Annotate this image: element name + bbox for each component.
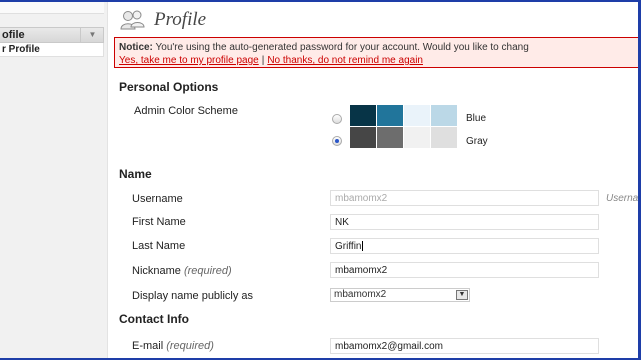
sidebar-menu-profile-label: ofile bbox=[2, 29, 25, 41]
last-name-value: Griffin bbox=[335, 241, 362, 252]
personal-options-heading: Personal Options bbox=[119, 80, 219, 94]
last-name-label: Last Name bbox=[132, 240, 186, 252]
notice-link-profile[interactable]: Yes, take me to my profile page bbox=[119, 55, 259, 66]
first-name-field[interactable]: NK bbox=[330, 214, 599, 230]
display-name-select[interactable]: mbamomx2 ▼ bbox=[330, 288, 470, 302]
username-label: Username bbox=[132, 193, 183, 205]
sidebar-item-your-profile[interactable]: r Profile bbox=[0, 43, 104, 57]
email-label-text: E-mail bbox=[132, 340, 164, 352]
dropdown-arrow-icon: ▼ bbox=[456, 290, 468, 300]
name-heading: Name bbox=[119, 167, 152, 181]
nickname-required: (required) bbox=[183, 265, 232, 277]
color-scheme-radio-gray[interactable] bbox=[332, 136, 342, 146]
display-name-value: mbamomx2 bbox=[334, 289, 387, 300]
color-scheme-label: Admin Color Scheme bbox=[134, 105, 238, 117]
color-swatch bbox=[377, 127, 403, 148]
notice-link-dismiss[interactable]: No thanks, do not remind me again bbox=[267, 55, 423, 66]
username-note: Userna bbox=[606, 193, 639, 204]
color-swatch bbox=[377, 105, 403, 126]
color-scheme-name-blue: Blue bbox=[466, 113, 487, 124]
notice-label: Notice: bbox=[119, 42, 153, 53]
color-swatch bbox=[404, 105, 430, 126]
color-scheme-name-gray: Gray bbox=[466, 136, 488, 147]
text-cursor bbox=[361, 241, 363, 252]
first-name-label: First Name bbox=[132, 216, 186, 228]
nickname-label-text: Nickname bbox=[132, 265, 181, 277]
email-field[interactable]: mbamomx2@gmail.com bbox=[330, 338, 599, 354]
color-swatch bbox=[431, 127, 457, 148]
color-swatch bbox=[350, 105, 376, 126]
display-name-label: Display name publicly as bbox=[132, 290, 254, 302]
color-swatch bbox=[431, 105, 457, 126]
email-required: (required) bbox=[166, 340, 214, 352]
contact-info-heading: Contact Info bbox=[119, 312, 189, 326]
last-name-field[interactable]: Griffin bbox=[330, 238, 599, 254]
page-title: Profile bbox=[154, 9, 207, 30]
username-field: mbamomx2 bbox=[330, 190, 599, 206]
color-swatch bbox=[350, 127, 376, 148]
password-notice: Notice: You're using the auto-generated … bbox=[114, 37, 641, 68]
users-icon bbox=[120, 10, 145, 30]
menu-toggle-icon[interactable]: ▼ bbox=[80, 27, 104, 43]
sidebar-top-strip bbox=[0, 0, 104, 14]
email-label: E-mail (required) bbox=[132, 340, 214, 352]
nickname-label: Nickname (required) bbox=[132, 265, 232, 277]
main-content: Profile Notice: You're using the auto-ge… bbox=[110, 0, 641, 360]
color-swatch bbox=[404, 127, 430, 148]
notice-text: You're using the auto-generated password… bbox=[155, 42, 529, 53]
nickname-field[interactable]: mbamomx2 bbox=[330, 262, 599, 278]
sidebar-item-label: r Profile bbox=[2, 44, 40, 55]
admin-sidebar: ofile ▼ r Profile bbox=[0, 0, 108, 360]
color-scheme-radio-blue[interactable] bbox=[332, 114, 342, 124]
